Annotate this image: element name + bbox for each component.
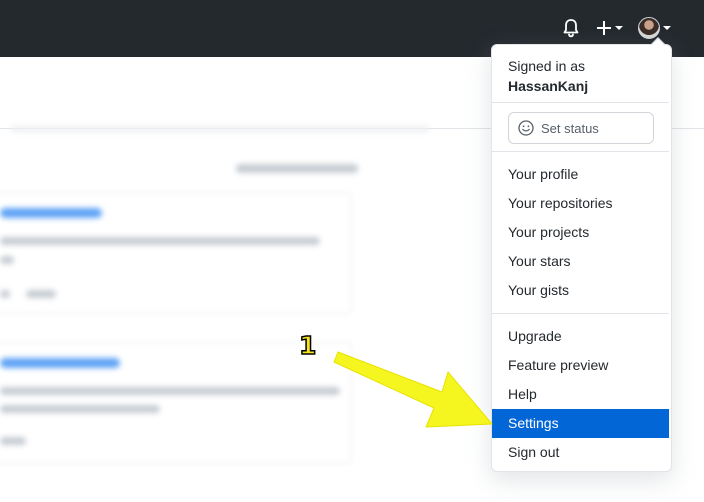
dropdown-caret-inner [651,39,665,46]
background-bar [10,126,430,132]
annotation-arrow-icon [333,351,493,428]
menu-item-your-repositories[interactable]: Your repositories [492,189,669,218]
chevron-down-icon [663,26,671,30]
menu-item-your-gists[interactable]: Your gists [492,276,669,305]
background-link [0,208,102,218]
annotation-step-number: 1 [298,331,317,361]
username: HassanKanj [508,78,589,94]
background-text [0,256,14,264]
menu-divider [492,313,669,314]
menu-item-feature-preview[interactable]: Feature preview [492,351,669,380]
background-text [0,237,320,245]
menu-item-your-projects[interactable]: Your projects [492,218,669,247]
set-status-label: Set status [541,120,599,136]
avatar[interactable] [638,17,660,39]
smiley-icon [517,119,535,137]
menu-item-your-stars[interactable]: Your stars [492,247,669,276]
create-new-plus-icon[interactable] [596,16,626,40]
background-text [0,405,160,413]
background-text [26,290,56,298]
background-text [0,437,26,445]
menu-item-help[interactable]: Help [492,380,669,409]
background-text [236,164,358,173]
menu-item-your-profile[interactable]: Your profile [492,160,669,189]
menu-item-settings[interactable]: Settings [492,409,669,438]
set-status-button[interactable]: Set status [508,112,654,144]
background-text [0,290,10,298]
notifications-bell-icon[interactable] [562,16,582,40]
signed-in-label: Signed in as [508,58,586,74]
menu-divider [492,102,669,103]
menu-item-upgrade[interactable]: Upgrade [492,322,669,351]
background-link [0,358,120,368]
background-text [0,387,340,395]
menu-divider [492,151,669,152]
menu-item-sign-out[interactable]: Sign out [492,438,669,467]
